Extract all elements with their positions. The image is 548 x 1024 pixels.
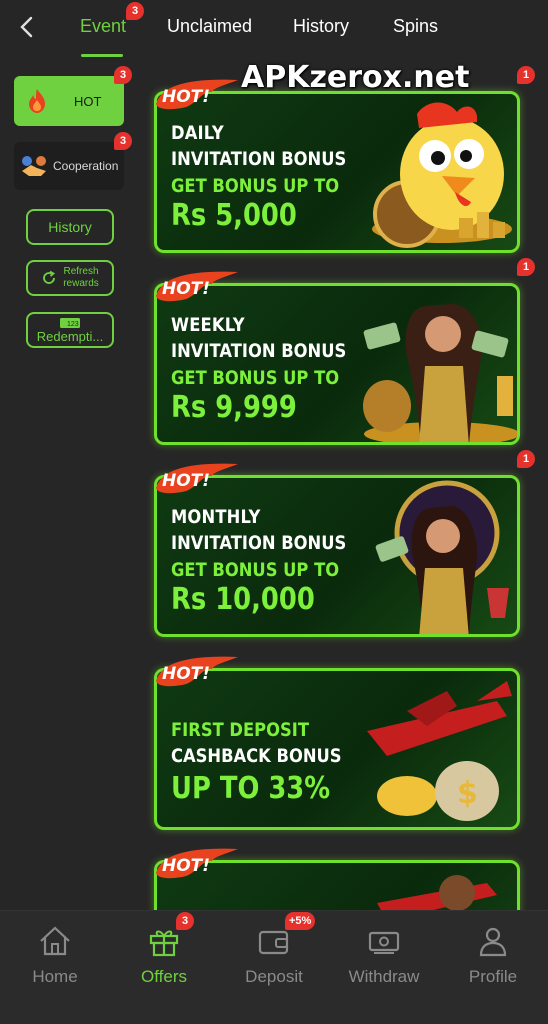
- tab-event-badge: 3: [126, 2, 144, 20]
- handshake-icon: [22, 156, 46, 176]
- cooperation-badge: 3: [114, 132, 132, 150]
- tab-spins[interactable]: Spins: [393, 14, 438, 42]
- svg-text:HOT!: HOT!: [162, 664, 210, 684]
- banner-line1: WEEKLY: [171, 314, 245, 336]
- refresh-label-line1: Refresh: [63, 266, 99, 277]
- banner-badge: 1: [517, 450, 535, 468]
- offers-badge: 3: [176, 912, 194, 930]
- sidebar-item-cooperation[interactable]: Cooperation: [14, 142, 124, 190]
- banner-badge: 1: [517, 66, 535, 84]
- hot-badge: 3: [114, 66, 132, 84]
- nav-label: Deposit: [245, 967, 303, 986]
- svg-text:HOT!: HOT!: [162, 87, 210, 107]
- redemption-label: Redempti...: [36, 328, 104, 344]
- banner-weekly-invitation[interactable]: WEEKLY INVITATION BONUS GET BONUS UP TO …: [154, 283, 520, 445]
- banner-line4: UP TO 33%: [171, 771, 331, 806]
- banner-monthly-invitation[interactable]: MONTHLY INVITATION BONUS GET BONUS UP TO…: [154, 475, 520, 637]
- tab-unclaimed[interactable]: Unclaimed: [167, 14, 252, 42]
- banner-line4: Rs 9,999: [171, 390, 297, 425]
- banner-first-deposit-cashback[interactable]: FIRST DEPOSIT CASHBACK BONUS UP TO 33% $: [154, 668, 520, 830]
- svg-text:HOT!: HOT!: [162, 279, 210, 299]
- flame-icon: [29, 89, 45, 113]
- hot-tag-icon: HOT!: [156, 848, 238, 879]
- user-icon: [479, 927, 507, 957]
- banner-daily-invitation[interactable]: DAILY INVITATION BONUS GET BONUS UP TO R…: [154, 91, 520, 253]
- nav-label: Home: [32, 967, 78, 986]
- woman-with-roulette-icon: [375, 480, 509, 634]
- sidebar-item-hot[interactable]: HOT: [14, 76, 124, 126]
- refresh-icon: [43, 270, 56, 284]
- hot-tag-icon: HOT!: [156, 656, 238, 687]
- banner-line2: INVITATION BONUS: [171, 340, 347, 362]
- hot-tag-icon: HOT!: [156, 79, 238, 110]
- sidebar-item-label: Cooperation: [53, 159, 119, 173]
- tab-event[interactable]: Event: [80, 14, 126, 42]
- deposit-bonus-badge: +5%: [285, 912, 316, 930]
- hot-tag-icon: HOT!: [156, 463, 238, 494]
- woman-with-cash-icon: [363, 304, 517, 442]
- nav-withdraw[interactable]: Withdraw: [329, 911, 439, 1011]
- svg-text:HOT!: HOT!: [162, 856, 210, 876]
- banner-line2: INVITATION BONUS: [171, 532, 347, 554]
- banner-line1: FIRST DEPOSIT: [171, 719, 310, 741]
- banner-line2: INVITATION BONUS: [171, 148, 347, 170]
- nav-offers[interactable]: Offers: [109, 911, 219, 1011]
- banner-line3: GET BONUS UP TO: [171, 175, 340, 197]
- back-button[interactable]: [12, 12, 40, 42]
- nav-label: Withdraw: [348, 967, 420, 986]
- nav-label: Offers: [141, 967, 187, 986]
- chevron-left-icon: [20, 16, 33, 38]
- tab-history[interactable]: History: [293, 14, 349, 42]
- active-tab-indicator: [81, 54, 123, 57]
- rooster-mascot-icon: [372, 102, 512, 248]
- svg-text:$: $: [457, 776, 478, 811]
- app-root: Event 3 Unclaimed History Spins HOT 3 Co…: [0, 0, 548, 1024]
- aviator-plane-icon: $: [367, 681, 512, 821]
- cash-icon: [368, 931, 400, 954]
- banner-badge: 1: [517, 258, 535, 276]
- banner-line4: Rs 5,000: [171, 198, 297, 233]
- watermark-text: APKzerox.net: [241, 60, 470, 95]
- top-bar: Event 3 Unclaimed History Spins: [0, 0, 548, 57]
- hot-tag-icon: HOT!: [156, 271, 238, 302]
- banner-line2: CASHBACK BONUS: [171, 745, 342, 767]
- nav-profile[interactable]: Profile: [438, 911, 548, 1011]
- banner-line1: DAILY: [171, 122, 224, 144]
- banner-line3: GET BONUS UP TO: [171, 367, 340, 389]
- redemption-button[interactable]: 123 Redempti...: [26, 312, 114, 348]
- sidebar-item-label: HOT: [74, 93, 102, 109]
- banner-line1: MONTHLY: [171, 506, 261, 528]
- bottom-navigation: Home Offers 3 Deposit +5% Withdraw Profi…: [0, 910, 548, 1024]
- banner-line3: GET BONUS UP TO: [171, 559, 340, 581]
- nav-home[interactable]: Home: [0, 911, 110, 1011]
- svg-text:HOT!: HOT!: [162, 471, 210, 491]
- home-icon: [40, 926, 70, 956]
- banner-line4: Rs 10,000: [171, 582, 315, 617]
- code-ticket-icon: 123: [60, 317, 80, 328]
- refresh-rewards-button[interactable]: Refresh rewards: [26, 260, 114, 296]
- history-button[interactable]: History: [26, 209, 114, 245]
- svg-text:123: 123: [67, 321, 79, 328]
- refresh-label-line2: rewards: [63, 278, 99, 289]
- nav-label: Profile: [468, 967, 518, 986]
